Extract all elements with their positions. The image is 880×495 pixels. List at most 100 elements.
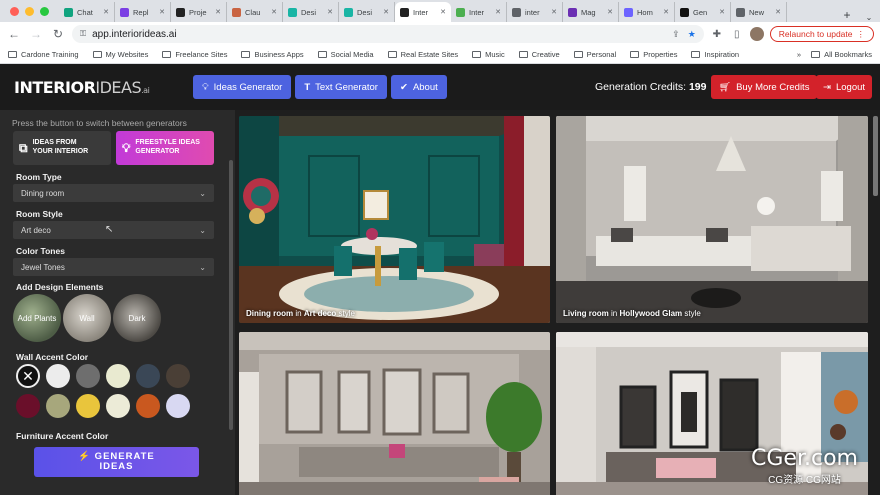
close-tab-icon[interactable]: ✕ bbox=[440, 8, 446, 16]
browser-tab[interactable]: inter ✕ bbox=[507, 2, 563, 22]
close-tab-icon[interactable]: ✕ bbox=[775, 8, 781, 16]
close-tab-icon[interactable]: ✕ bbox=[215, 8, 221, 16]
dark-option[interactable]: Dark bbox=[113, 294, 161, 342]
color-tones-select[interactable]: Jewel Tones ⌄ bbox=[13, 258, 214, 276]
generate-ideas-button[interactable]: ⚡ GENERATE IDEAS bbox=[34, 447, 199, 477]
color-swatch[interactable] bbox=[106, 364, 130, 388]
color-swatch[interactable] bbox=[16, 394, 40, 418]
close-tab-icon[interactable]: ✕ bbox=[271, 8, 277, 16]
profile-avatar[interactable] bbox=[749, 27, 764, 41]
browser-tab[interactable]: Inter ✕ bbox=[451, 2, 507, 22]
browser-tab[interactable]: Desi ✕ bbox=[339, 2, 395, 22]
close-tab-icon[interactable]: ✕ bbox=[719, 8, 725, 16]
room-style-select[interactable]: Art deco ↖ ⌄ bbox=[13, 221, 214, 239]
photo-upload-icon: ⧉ bbox=[19, 140, 28, 155]
all-bookmarks-button[interactable]: All Bookmarks bbox=[811, 50, 872, 59]
extensions-icon[interactable]: ✚ bbox=[710, 29, 724, 40]
bookmark-folder[interactable]: Music bbox=[472, 50, 505, 59]
cart-icon: 🛒︎ bbox=[719, 81, 732, 93]
close-tab-icon[interactable]: ✕ bbox=[159, 8, 165, 16]
bookmark-folder[interactable]: Business Apps bbox=[241, 50, 304, 59]
browser-tab[interactable]: Clau ✕ bbox=[227, 2, 283, 22]
color-swatch[interactable] bbox=[76, 364, 100, 388]
no-color-swatch[interactable]: ✕ bbox=[16, 364, 40, 388]
color-swatch[interactable] bbox=[46, 364, 70, 388]
text-generator-button[interactable]: T Text Generator bbox=[295, 75, 387, 99]
gallery-card-dining[interactable]: Dining room in Art deco style bbox=[239, 116, 550, 323]
bookmark-folder[interactable]: Cardone Training bbox=[8, 50, 79, 59]
wall-option[interactable]: Wall bbox=[63, 294, 111, 342]
lightbulb-icon: 💡︎ bbox=[122, 140, 131, 155]
browser-tab[interactable]: Mag ✕ bbox=[563, 2, 619, 22]
more-bookmarks-icon[interactable]: » bbox=[797, 50, 801, 59]
forward-icon[interactable]: → bbox=[28, 26, 44, 42]
back-icon[interactable]: ← bbox=[6, 26, 22, 42]
close-window-button[interactable] bbox=[10, 7, 19, 16]
room-type-label: Room Type bbox=[16, 172, 62, 182]
bookmark-star-icon[interactable]: ★ bbox=[688, 29, 696, 40]
bookmark-label: Music bbox=[485, 50, 505, 59]
color-swatch[interactable] bbox=[76, 394, 100, 418]
ideas-generator-button[interactable]: 💡︎ Ideas Generator bbox=[193, 75, 292, 99]
site-info-icon[interactable]: ⚿ bbox=[80, 29, 86, 39]
browser-tab[interactable]: Chat ✕ bbox=[59, 2, 115, 22]
favicon-icon bbox=[176, 7, 185, 17]
sidebar-scrollbar[interactable] bbox=[229, 160, 233, 430]
color-swatch[interactable] bbox=[106, 394, 130, 418]
tab-search-icon[interactable]: ⌄ bbox=[858, 13, 880, 22]
relaunch-button[interactable]: Relaunch to update ⋮ bbox=[769, 26, 874, 42]
gallery-card-3[interactable] bbox=[239, 332, 550, 495]
close-tab-icon[interactable]: ✕ bbox=[103, 8, 109, 16]
bookmark-folder[interactable]: My Websites bbox=[92, 50, 148, 59]
color-swatch[interactable] bbox=[136, 394, 160, 418]
share-icon[interactable]: ⇪ bbox=[672, 29, 680, 40]
new-tab-button[interactable]: + bbox=[836, 8, 858, 22]
browser-tab-strip: Chat ✕ Repl ✕ Proje ✕ Clau ✕ Desi ✕ Desi ✕ Inter ✕ Int… bbox=[0, 0, 880, 22]
close-tab-icon[interactable]: ✕ bbox=[607, 8, 613, 16]
color-swatch[interactable] bbox=[136, 364, 160, 388]
close-tab-icon[interactable]: ✕ bbox=[327, 8, 333, 16]
bookmark-folder[interactable]: Personal bbox=[573, 50, 617, 59]
browser-tab[interactable]: New ✕ bbox=[731, 2, 787, 22]
close-tab-icon[interactable]: ✕ bbox=[663, 8, 669, 16]
ideas-from-interior-button[interactable]: ⧉ IDEAS FROM YOUR INTERIOR bbox=[13, 131, 111, 165]
side-panel-icon[interactable]: ▯ bbox=[730, 29, 744, 40]
bookmark-folder[interactable]: Creative bbox=[518, 50, 560, 59]
browser-tab[interactable]: Desi ✕ bbox=[283, 2, 339, 22]
bookmark-folder[interactable]: Social Media bbox=[317, 50, 374, 59]
browser-tab[interactable]: Gen ✕ bbox=[675, 2, 731, 22]
favicon-icon bbox=[120, 7, 129, 17]
bookmark-folder[interactable]: Properties bbox=[630, 50, 677, 59]
color-swatch[interactable] bbox=[166, 364, 190, 388]
buy-credits-button[interactable]: 🛒︎ Buy More Credits bbox=[711, 75, 818, 99]
browser-tab[interactable]: Proje ✕ bbox=[171, 2, 227, 22]
bookmark-label: Personal bbox=[586, 50, 617, 59]
zoom-window-button[interactable] bbox=[40, 7, 49, 16]
gallery-scrollbar[interactable] bbox=[873, 116, 878, 196]
app-header: INTERIORIDEAS.ai 💡︎ Ideas Generator T Te… bbox=[0, 64, 880, 110]
logo[interactable]: INTERIORIDEAS.ai bbox=[14, 78, 150, 97]
gallery-card-living[interactable]: Living room in Hollywood Glam style bbox=[556, 116, 868, 323]
reload-icon[interactable]: ↻ bbox=[50, 26, 66, 42]
bookmark-folder[interactable]: Real Estate Sites bbox=[387, 50, 458, 59]
favicon-icon bbox=[680, 7, 689, 17]
color-swatch[interactable] bbox=[166, 394, 190, 418]
add-plants-option[interactable]: Add Plants bbox=[13, 294, 61, 342]
room-type-select[interactable]: Dining room ⌄ bbox=[13, 184, 214, 202]
favicon-icon bbox=[64, 7, 73, 17]
logout-button[interactable]: ⇥ Logout bbox=[816, 75, 873, 99]
about-button[interactable]: ✔ About bbox=[390, 75, 447, 99]
browser-tab[interactable]: Inter ✕ bbox=[395, 2, 451, 22]
bookmark-folder[interactable]: Freelance Sites bbox=[162, 50, 227, 59]
bookmark-folder[interactable]: Inspiration bbox=[691, 50, 739, 59]
minimize-window-button[interactable] bbox=[25, 7, 34, 16]
freestyle-generator-button[interactable]: 💡︎ FREESTYLE IDEAS GENERATOR bbox=[116, 131, 214, 165]
more-menu-icon: ⋮ bbox=[856, 28, 866, 39]
color-swatch[interactable] bbox=[46, 394, 70, 418]
close-tab-icon[interactable]: ✕ bbox=[383, 8, 389, 16]
browser-tab[interactable]: Repl ✕ bbox=[115, 2, 171, 22]
browser-tab[interactable]: Hom ✕ bbox=[619, 2, 675, 22]
close-tab-icon[interactable]: ✕ bbox=[495, 8, 501, 16]
address-bar[interactable]: ⚿ app.interiorideas.ai ⇪ ★ bbox=[72, 25, 704, 43]
close-tab-icon[interactable]: ✕ bbox=[551, 8, 557, 16]
